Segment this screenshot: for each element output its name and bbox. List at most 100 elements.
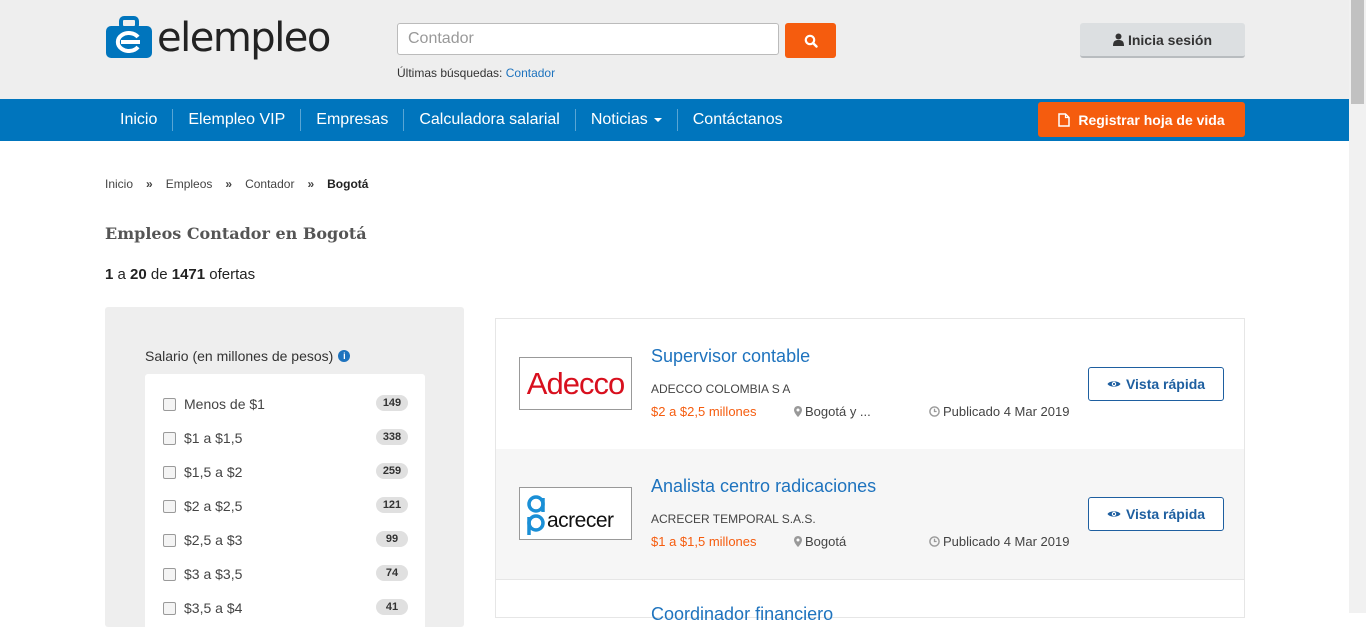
scrollbar-thumb[interactable] xyxy=(1351,0,1364,104)
results-a: a xyxy=(117,266,126,283)
job-list: Adecco Supervisor contable ADECCO COLOMB… xyxy=(495,318,1245,624)
quick-view-label: Vista rápida xyxy=(1125,376,1206,392)
register-cv-label: Registrar hoja de vida xyxy=(1078,111,1225,128)
job-date-text: Publicado 4 Mar 2019 xyxy=(943,534,1070,549)
filter-option-label: $2,5 a $3 xyxy=(184,532,243,548)
breadcrumb-separator: » xyxy=(225,177,233,191)
filter-option-label: $2 a $2,5 xyxy=(184,498,243,514)
caret-down-icon xyxy=(653,117,662,122)
search-input[interactable] xyxy=(397,23,779,55)
quick-view-button[interactable]: Vista rápida xyxy=(1088,497,1224,531)
count-badge: 74 xyxy=(376,565,408,581)
login-button[interactable]: Inicia sesión xyxy=(1080,23,1245,58)
filter-option[interactable]: $1 a $1,5 338 xyxy=(163,427,408,449)
salary-filter-label: Salario (en millones de pesos) xyxy=(145,348,334,364)
briefcase-logo-icon xyxy=(105,16,153,60)
breadcrumb-empleos[interactable]: Empleos xyxy=(166,177,213,191)
filter-option-label: $1,5 a $2 xyxy=(184,464,243,480)
filter-checkbox[interactable] xyxy=(163,431,176,445)
logo-text: elempleo xyxy=(157,15,331,61)
map-marker-icon xyxy=(794,536,802,547)
filter-checkbox[interactable] xyxy=(163,567,176,581)
job-title[interactable]: Analista centro radicaciones xyxy=(651,476,876,497)
job-date: Publicado 4 Mar 2019 xyxy=(929,534,1069,549)
nav-empresas[interactable]: Empresas xyxy=(300,109,403,131)
job-date: Publicado 4 Mar 2019 xyxy=(929,404,1069,419)
search-icon xyxy=(804,34,818,48)
filter-option-label: Menos de $1 xyxy=(184,396,265,412)
job-salary: $2 a $2,5 millones xyxy=(651,404,757,419)
results-de: de xyxy=(150,266,168,283)
job-location-text: Bogotá y ... xyxy=(805,404,871,419)
company-logo-acrecer[interactable]: acrecer xyxy=(519,487,632,540)
page-title: Empleos Contador en Bogotá xyxy=(105,224,367,243)
breadcrumb-inicio[interactable]: Inicio xyxy=(105,177,133,191)
nav-inicio[interactable]: Inicio xyxy=(105,109,172,131)
results-total: 1471 xyxy=(171,266,206,283)
site-header: elempleo Últimas búsquedas: Contador Ini… xyxy=(0,0,1349,99)
eye-icon xyxy=(1107,511,1121,517)
nav-contactanos[interactable]: Contáctanos xyxy=(676,109,798,131)
count-badge: 121 xyxy=(376,497,408,513)
filter-option[interactable]: $1,5 a $2 259 xyxy=(163,461,408,483)
salary-filter-list: Menos de $1 149 $1 a $1,5 338 $1,5 a $2 … xyxy=(145,374,425,634)
breadcrumb-separator: » xyxy=(146,177,153,191)
nav-noticias-label: Noticias xyxy=(590,111,648,128)
filter-option-label: $3 a $3,5 xyxy=(184,566,243,582)
breadcrumb-bogota: Bogotá xyxy=(327,177,369,191)
filter-checkbox[interactable] xyxy=(163,465,176,479)
job-company: ADECCO COLOMBIA S A xyxy=(651,382,791,396)
job-salary: $1 a $1,5 millones xyxy=(651,534,757,549)
nav-elempleo-vip[interactable]: Elempleo VIP xyxy=(172,109,300,131)
search-button[interactable] xyxy=(785,23,836,58)
company-logo-text: acrecer xyxy=(547,508,614,532)
filter-option-label: $3,5 a $4 xyxy=(184,600,243,616)
user-icon xyxy=(1112,33,1124,46)
results-label: ofertas xyxy=(209,266,256,283)
filter-option[interactable]: $2 a $2,5 121 xyxy=(163,495,408,517)
results-count: 1 a 20 de 1471 ofertas xyxy=(105,266,255,283)
recent-searches-label: Últimas búsquedas: xyxy=(397,66,503,80)
acrecer-logo-mark xyxy=(527,494,545,535)
breadcrumb-contador[interactable]: Contador xyxy=(245,177,294,191)
map-marker-icon xyxy=(794,406,802,417)
filter-option[interactable]: $3 a $3,5 74 xyxy=(163,563,408,585)
job-title[interactable]: Coordinador financiero xyxy=(651,604,833,625)
job-company: ACRECER TEMPORAL S.A.S. xyxy=(651,512,816,526)
count-badge: 259 xyxy=(376,463,408,479)
filter-checkbox[interactable] xyxy=(163,397,176,411)
elempleo-logo[interactable]: elempleo xyxy=(105,15,331,61)
job-location-text: Bogotá xyxy=(805,534,847,549)
info-icon[interactable]: i xyxy=(338,350,351,362)
filter-option-label: $1 a $1,5 xyxy=(184,430,243,446)
job-card: acrecer Analista centro radicaciones ACR… xyxy=(496,449,1244,580)
company-logo-text: Adecco xyxy=(526,365,625,401)
count-badge: 99 xyxy=(376,531,408,547)
nav-noticias[interactable]: Noticias xyxy=(574,109,677,131)
clock-icon xyxy=(929,406,940,417)
register-cv-button[interactable]: Registrar hoja de vida xyxy=(1038,102,1245,137)
job-card: Adecco Supervisor contable ADECCO COLOMB… xyxy=(496,319,1244,450)
filter-option[interactable]: $3,5 a $4 41 xyxy=(163,597,408,619)
recent-search-link[interactable]: Contador xyxy=(506,66,555,80)
job-location: Bogotá y ... xyxy=(794,404,871,419)
clock-icon xyxy=(929,536,940,547)
count-badge: 149 xyxy=(376,395,408,411)
filter-option[interactable]: $2,5 a $3 99 xyxy=(163,529,408,551)
filter-checkbox[interactable] xyxy=(163,499,176,513)
job-title[interactable]: Supervisor contable xyxy=(651,346,810,367)
salary-filter-title: Salario (en millones de pesos) i xyxy=(145,348,351,364)
company-logo-adecco[interactable]: Adecco xyxy=(519,357,632,410)
quick-view-button[interactable]: Vista rápida xyxy=(1088,367,1224,401)
document-icon xyxy=(1058,112,1071,127)
login-label: Inicia sesión xyxy=(1127,31,1213,48)
filter-checkbox[interactable] xyxy=(163,533,176,547)
nav-calculadora-salarial[interactable]: Calculadora salarial xyxy=(403,109,575,131)
breadcrumb: Inicio » Empleos » Contador » Bogotá xyxy=(105,177,368,191)
quick-view-label: Vista rápida xyxy=(1125,506,1206,522)
filter-option[interactable]: Menos de $1 149 xyxy=(163,393,408,415)
results-from: 1 xyxy=(105,266,114,283)
job-location: Bogotá xyxy=(794,534,846,549)
results-to: 20 xyxy=(130,266,147,283)
job-date-text: Publicado 4 Mar 2019 xyxy=(943,404,1070,419)
